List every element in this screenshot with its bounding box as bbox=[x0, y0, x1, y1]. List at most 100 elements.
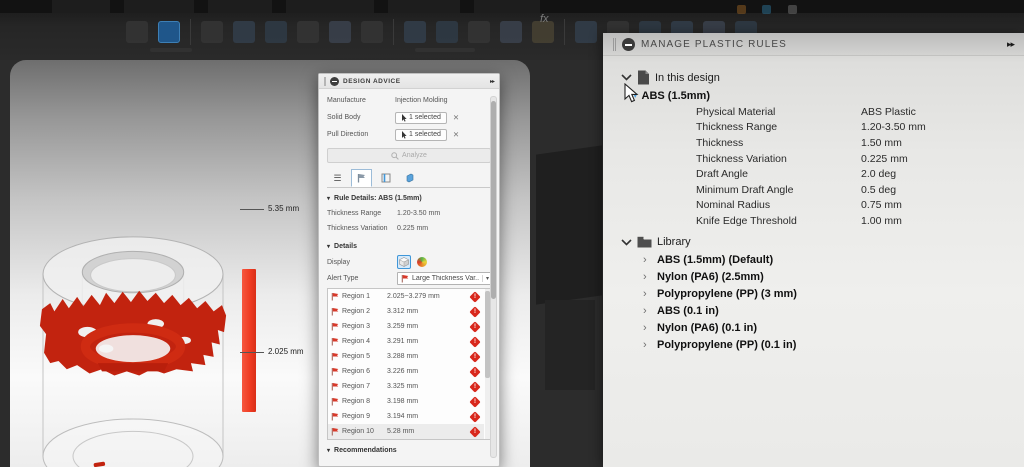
toolbar-icon[interactable] bbox=[297, 21, 319, 43]
toolbar-tab[interactable] bbox=[388, 0, 460, 13]
toolbar-tab[interactable] bbox=[208, 0, 272, 13]
region-row[interactable]: Region 1 2.025~3.279 mm ! bbox=[328, 289, 484, 304]
display-gradient-toggle[interactable] bbox=[415, 255, 429, 269]
toolbar-icon[interactable] bbox=[265, 21, 287, 43]
toolbar-tab[interactable] bbox=[474, 0, 540, 13]
analyze-button[interactable]: Analyze bbox=[327, 148, 491, 163]
library-item[interactable]: › ABS (0.1 in) bbox=[643, 303, 1024, 320]
warning-icon: ! bbox=[469, 410, 481, 423]
region-list[interactable]: Region 1 2.025~3.279 mm ! Region 2 3.312… bbox=[327, 288, 491, 440]
display-label: Display bbox=[327, 258, 350, 266]
collapse-dialog-icon[interactable]: ▸▸ bbox=[490, 78, 495, 85]
toolbar-icon[interactable] bbox=[361, 21, 383, 43]
chevron-down-icon[interactable] bbox=[621, 239, 632, 246]
tree-node-library[interactable]: Library bbox=[621, 233, 1024, 252]
collapse-panel-icon[interactable]: ▸▸ bbox=[1007, 39, 1015, 50]
chevron-down-icon[interactable] bbox=[621, 74, 632, 81]
toolbar-icon[interactable] bbox=[126, 21, 148, 43]
property-value: 1.50 mm bbox=[861, 136, 902, 149]
drag-handle-icon[interactable] bbox=[613, 37, 616, 51]
region-row[interactable]: Region 4 3.291 mm ! bbox=[328, 334, 484, 349]
library-item-label: Polypropylene (PP) (0.1 in) bbox=[657, 339, 797, 352]
toolbar-icon[interactable] bbox=[468, 21, 490, 43]
thickness-range-row: Thickness Range 1.20-3.50 mm bbox=[327, 206, 491, 221]
toolbar-icon[interactable] bbox=[233, 21, 255, 43]
toolbar-tab[interactable] bbox=[124, 0, 194, 13]
region-value: 3.291 mm bbox=[387, 338, 419, 345]
library-item-label: Polypropylene (PP) (3 mm) bbox=[657, 288, 797, 301]
details-section-header[interactable]: ▾ Details bbox=[327, 239, 491, 254]
region-row[interactable]: Region 9 3.194 mm ! bbox=[328, 409, 484, 424]
property-row: Thickness Variation 0.225 mm bbox=[696, 151, 1024, 167]
chevron-right-icon[interactable]: › bbox=[643, 288, 653, 300]
dialog-scrollbar[interactable] bbox=[490, 96, 497, 458]
chevron-right-icon[interactable]: › bbox=[643, 305, 653, 317]
thickness-analysis-icon bbox=[406, 173, 413, 183]
tree-node-in-this-design[interactable]: In this design bbox=[621, 68, 1024, 87]
toolbar-icon[interactable] bbox=[404, 21, 426, 43]
tree-node-abs-rule[interactable]: ▾ ABS (1.5mm) bbox=[633, 87, 1024, 104]
chevron-right-icon[interactable]: › bbox=[643, 271, 653, 283]
chevron-right-icon[interactable]: › bbox=[643, 254, 653, 266]
chevron-right-icon[interactable]: › bbox=[643, 339, 653, 351]
region-value: 3.288 mm bbox=[387, 353, 419, 360]
red-flag-icon bbox=[331, 323, 339, 331]
library-item[interactable]: › Nylon (PA6) (0.1 in) bbox=[643, 320, 1024, 337]
region-row[interactable]: Region 6 3.226 mm ! bbox=[328, 364, 484, 379]
region-row[interactable]: Region 8 3.198 mm ! bbox=[328, 394, 484, 409]
toolbar-icon[interactable] bbox=[500, 21, 522, 43]
tab-draft-view[interactable] bbox=[375, 169, 396, 187]
solid-body-selection-button[interactable]: 1 selected bbox=[395, 111, 447, 124]
clear-solid-body-icon[interactable]: ✕ bbox=[453, 113, 459, 122]
region-row[interactable]: Region 10 5.28 mm ! bbox=[328, 424, 484, 439]
region-row[interactable]: Region 5 3.288 mm ! bbox=[328, 349, 484, 364]
property-value: 1.00 mm bbox=[861, 214, 902, 227]
region-row[interactable]: Region 7 3.325 mm ! bbox=[328, 379, 484, 394]
recommendations-section-header[interactable]: ▾ Recommendations bbox=[327, 443, 491, 458]
scrollbar-thumb[interactable] bbox=[491, 100, 496, 299]
toolbar-icon[interactable] bbox=[436, 21, 458, 43]
tab-thickness-view[interactable] bbox=[399, 169, 420, 187]
library-item[interactable]: › Polypropylene (PP) (3 mm) bbox=[643, 286, 1024, 303]
toolbar-icon[interactable] bbox=[329, 21, 351, 43]
drag-handle-icon[interactable] bbox=[324, 76, 326, 86]
toolbar-icon[interactable] bbox=[575, 21, 597, 43]
region-name: Region 3 bbox=[342, 323, 371, 330]
solid-body-label: Solid Body bbox=[327, 114, 361, 121]
region-row[interactable]: Region 3 3.259 mm ! bbox=[328, 319, 484, 334]
clear-pull-direction-icon[interactable]: ✕ bbox=[453, 130, 459, 139]
manufacture-row: Manufacture Injection Molding bbox=[327, 92, 491, 109]
display-shaded-toggle[interactable] bbox=[397, 255, 411, 269]
scale-tick-bottom bbox=[240, 352, 264, 353]
flag-icon bbox=[357, 174, 365, 183]
draft-analysis-icon bbox=[381, 173, 390, 183]
chevron-right-icon[interactable]: › bbox=[643, 322, 653, 334]
property-value: 0.225 mm bbox=[861, 152, 908, 165]
library-item[interactable]: › Nylon (PA6) (2.5mm) bbox=[643, 269, 1024, 286]
region-name: Region 2 bbox=[342, 308, 371, 315]
alert-type-dropdown[interactable]: Large Thickness Var... ▾ bbox=[397, 271, 493, 285]
toolbar-icon[interactable] bbox=[201, 21, 223, 43]
tab-flag-view[interactable] bbox=[351, 169, 372, 187]
command-badge-icon bbox=[622, 37, 635, 51]
property-label: Knife Edge Threshold bbox=[696, 214, 797, 227]
toolbar-tab[interactable] bbox=[286, 0, 374, 13]
region-value: 2.025~3.279 mm bbox=[387, 293, 440, 300]
panel-header[interactable]: MANAGE PLASTIC RULES ▸▸ bbox=[603, 33, 1024, 56]
toolbar-group-label bbox=[150, 48, 192, 52]
red-flag-icon bbox=[331, 428, 339, 436]
property-row: Knife Edge Threshold 1.00 mm bbox=[696, 213, 1024, 229]
rule-name[interactable]: ABS (1.5mm) bbox=[642, 90, 710, 102]
region-row[interactable]: Region 2 3.312 mm ! bbox=[328, 304, 484, 319]
region-name: Region 5 bbox=[342, 353, 371, 360]
region-value: 3.325 mm bbox=[387, 383, 419, 390]
fx-parameters-icon[interactable]: fx bbox=[540, 13, 549, 25]
pull-direction-selection-button[interactable]: 1 selected bbox=[395, 128, 447, 141]
toolbar-icon-active[interactable] bbox=[158, 21, 180, 43]
library-item[interactable]: › ABS (1.5mm) (Default) bbox=[643, 252, 1024, 269]
dialog-header[interactable]: DESIGN ADVICE ▸▸ bbox=[319, 74, 499, 89]
tab-list-view[interactable]: ☰ bbox=[327, 169, 348, 187]
library-item[interactable]: › Polypropylene (PP) (0.1 in) bbox=[643, 337, 1024, 354]
rule-details-section-header[interactable]: ▾ Rule Details: ABS (1.5mm) bbox=[327, 191, 491, 206]
toolbar-tab[interactable] bbox=[52, 0, 110, 13]
